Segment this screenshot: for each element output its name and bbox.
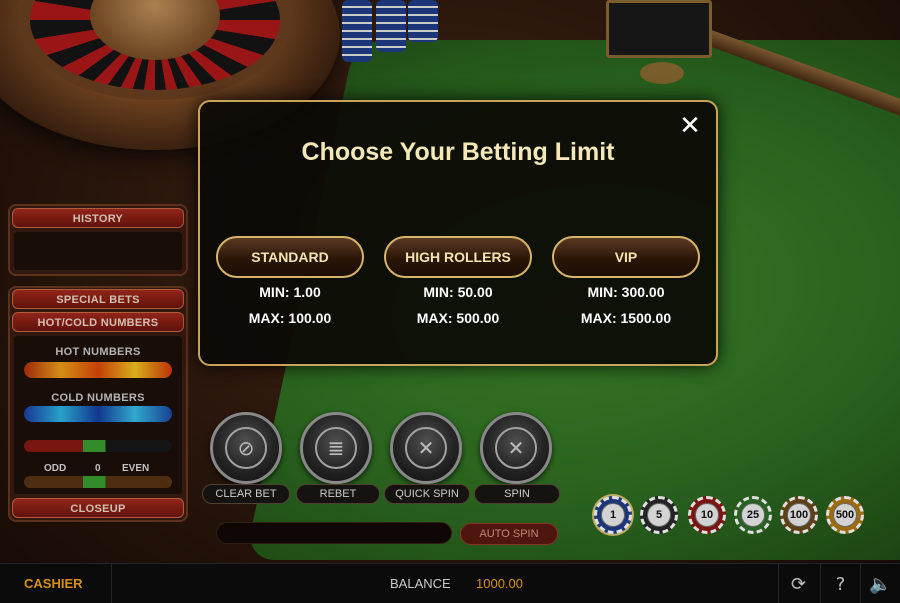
high-rollers-max: MAX: 500.00: [416, 310, 500, 326]
standard-max: MAX: 100.00: [248, 310, 332, 326]
high-rollers-limit-button[interactable]: HIGH ROLLERS: [384, 236, 532, 278]
dialog-title: Choose Your Betting Limit: [301, 138, 615, 166]
game-stage: HISTORY SPECIAL BETS HOT/COLD NUMBERS HO…: [0, 0, 900, 603]
vip-max: MAX: 1500.00: [580, 310, 672, 326]
high-rollers-min: MIN: 50.00: [423, 284, 493, 300]
vip-limit-button[interactable]: VIP: [552, 236, 700, 278]
close-icon[interactable]: ✕: [676, 112, 704, 140]
standard-limit-button[interactable]: STANDARD: [216, 236, 364, 278]
standard-min: MIN: 1.00: [259, 284, 321, 300]
betting-limit-dialog: ✕ Choose Your Betting Limit STANDARD MIN…: [198, 100, 718, 366]
vip-min: MIN: 300.00: [587, 284, 665, 300]
